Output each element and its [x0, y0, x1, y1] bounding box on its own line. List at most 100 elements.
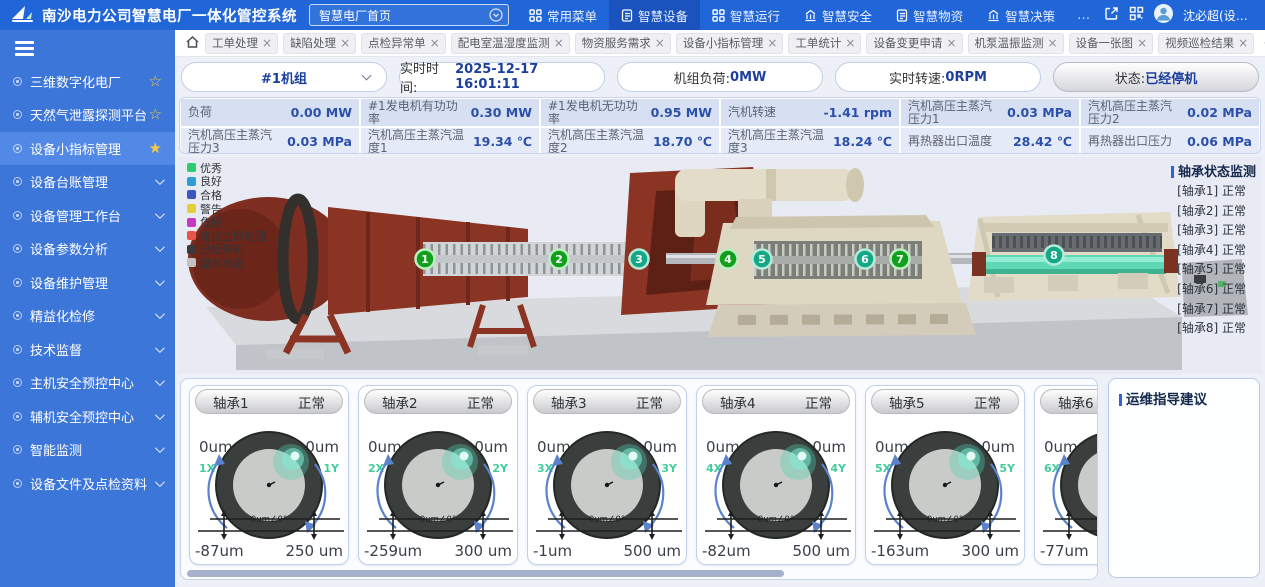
bullet-icon	[13, 412, 22, 421]
tab[interactable]: 视频巡检结果	[1158, 33, 1254, 54]
nav-smart-decision[interactable]: 智慧决策	[975, 0, 1067, 30]
app-header: 南沙电力公司智慧电厂一体化管控系统 智慧电厂首页 常用菜单 智慧设备 智慧运行 …	[0, 0, 1265, 30]
bearing-state: 正常	[974, 392, 1001, 412]
legend-swatch	[187, 204, 196, 213]
user-avatar[interactable]	[1154, 4, 1173, 27]
sidebar-item-workbench[interactable]: 设备管理工作台	[0, 199, 175, 233]
legend-swatch	[187, 218, 196, 227]
legend-swatch	[187, 245, 196, 254]
bullet-icon	[13, 445, 22, 454]
tab[interactable]: 设备一张图	[1069, 33, 1154, 54]
gauge-min: -77um	[1040, 542, 1089, 560]
sidebar-item-tech-supervision[interactable]: 技术监督	[0, 333, 175, 367]
metric-label: 汽机高压主蒸汽压力3	[188, 129, 283, 154]
sidebar-item-param-analysis[interactable]: 设备参数分析	[0, 232, 175, 266]
close-icon[interactable]	[262, 37, 272, 49]
chevron-down-icon	[155, 276, 165, 286]
bearing-status-item: [轴承3] 正常	[1134, 221, 1256, 241]
tab[interactable]: 设备变更申请	[866, 33, 962, 54]
sidebar-item-3d-plant[interactable]: 三维数字化电厂☆	[0, 65, 175, 99]
layout-icon[interactable]	[1104, 6, 1119, 25]
bearing-card-header: 轴承2正常	[364, 389, 512, 414]
nav-smart-material[interactable]: 智慧物资	[884, 0, 975, 30]
tab[interactable]: 配电室温湿度监测	[451, 33, 570, 54]
sidebar-item-smart-monitor[interactable]: 智能监测	[0, 433, 175, 467]
sidebar-item-lean-repair[interactable]: 精益化检修	[0, 299, 175, 333]
sidebar-item-gas-leak[interactable]: 天然气泄露探测平台☆	[0, 98, 175, 132]
user-name[interactable]: 沈必超(设备...	[1183, 7, 1255, 24]
star-outline-icon[interactable]: ☆	[149, 74, 162, 89]
close-icon[interactable]	[1137, 37, 1147, 49]
sidebar-item-main-safety[interactable]: 主机安全预控中心	[0, 366, 175, 400]
orbit-center-readout: 0um∠0°	[589, 515, 625, 525]
gauge-range: -259um300 um	[364, 542, 512, 560]
bearing-card: 轴承2正常 0um 0um 2X 2Y	[358, 385, 518, 565]
bullet-icon	[13, 479, 22, 488]
tab[interactable]: 点检异常单	[361, 33, 446, 54]
tab[interactable]: 工单统计	[788, 33, 861, 54]
bullet-icon	[13, 110, 22, 119]
sidebar-item-small-index[interactable]: 设备小指标管理★	[0, 132, 175, 166]
metric-value: 0.06 MPa	[1183, 134, 1252, 149]
sidebar: 三维数字化电厂☆ 天然气泄露探测平台☆ 设备小指标管理★ 设备台账管理 设备管理…	[0, 30, 175, 587]
tab[interactable]: 物资服务需求	[575, 33, 671, 54]
metric-cell: 汽机高压主蒸汽温度119.34 ℃	[361, 128, 539, 154]
gauge-max: 500 um	[623, 542, 681, 560]
title-bar-accent	[1171, 166, 1174, 178]
bearing-card-header: 轴承1正常	[195, 389, 343, 414]
home-button[interactable]	[185, 34, 200, 53]
bearing-name: 轴承4	[720, 392, 756, 412]
close-icon[interactable]	[845, 37, 855, 49]
close-icon[interactable]	[554, 37, 564, 49]
close-icon[interactable]	[946, 37, 956, 49]
close-icon[interactable]	[1238, 37, 1248, 49]
svg-text:8: 8	[1050, 249, 1058, 262]
chevron-down-icon	[155, 343, 165, 353]
hamburger-menu-icon[interactable]	[15, 41, 34, 56]
legend-swatch	[187, 177, 196, 186]
tab[interactable]: 缺陷处理	[283, 33, 356, 54]
star-filled-icon[interactable]: ★	[149, 141, 162, 156]
nav-smart-safety[interactable]: 智慧安全	[792, 0, 884, 30]
nav-more-button[interactable]: …	[1067, 0, 1100, 30]
bullet-icon	[13, 177, 22, 186]
close-icon[interactable]	[767, 37, 777, 49]
metric-cell: 汽机高压主蒸汽压力10.03 MPa	[901, 99, 1079, 126]
star-outline-icon[interactable]: ☆	[149, 107, 162, 122]
gauge-max: 300 um	[454, 542, 512, 560]
sidebar-item-maintenance[interactable]: 设备维护管理	[0, 266, 175, 300]
tab[interactable]: 设备小指标管理	[676, 33, 784, 54]
sidebar-item-doc-files[interactable]: 设备文件及点检资料	[0, 467, 175, 501]
gauge-range: -87um250 um	[195, 542, 343, 560]
qr-code-icon[interactable]	[1129, 6, 1144, 25]
sidebar-item-aux-safety[interactable]: 辅机安全预控中心	[0, 400, 175, 434]
orbit-center-readout: 0um∠0°	[420, 515, 456, 525]
bearing-status-item: [轴承8] 正常	[1134, 319, 1256, 339]
home-page-select[interactable]: 智慧电厂首页	[309, 4, 509, 26]
tab[interactable]: 工单处理	[205, 33, 278, 54]
orbit-center-readout: 0um∠0°	[1096, 515, 1098, 525]
close-icon[interactable]	[340, 37, 350, 49]
svg-text:1: 1	[421, 253, 429, 266]
bearing-status-panel: 轴承状态监测 [轴承1] 正常[轴承2] 正常[轴承3] 正常[轴承4] 正常[…	[1134, 161, 1256, 339]
more-tabs-button[interactable]: ⋯	[1259, 36, 1265, 51]
bullet-icon	[13, 77, 22, 86]
close-icon[interactable]	[430, 37, 440, 49]
nav-smart-operation[interactable]: 智慧运行	[700, 0, 792, 30]
app-root: 南沙电力公司智慧电厂一体化管控系统 智慧电厂首页 常用菜单 智慧设备 智慧运行 …	[0, 0, 1265, 587]
close-icon[interactable]	[655, 37, 665, 49]
close-icon[interactable]	[1048, 37, 1058, 49]
sidebar-item-ledger[interactable]: 设备台账管理	[0, 165, 175, 199]
metric-label: #1发电机有功功率	[368, 100, 467, 125]
metric-value: -1.41 rpm	[819, 105, 892, 120]
nav-smart-equipment[interactable]: 智慧设备	[609, 0, 700, 30]
unit-select[interactable]: #1机组	[181, 62, 387, 92]
chevron-down-icon	[155, 175, 165, 185]
bullet-icon	[13, 311, 22, 320]
scrollbar-thumb[interactable]	[187, 570, 784, 577]
nav-common-menu[interactable]: 常用菜单	[517, 0, 609, 30]
svg-text:3: 3	[635, 253, 643, 266]
tab[interactable]: 机泵温振监测	[968, 33, 1064, 54]
metric-label: 再热器出口温度	[908, 135, 992, 148]
realtime-clock: 实时时间:2025-12-17 16:01:11	[399, 62, 605, 92]
